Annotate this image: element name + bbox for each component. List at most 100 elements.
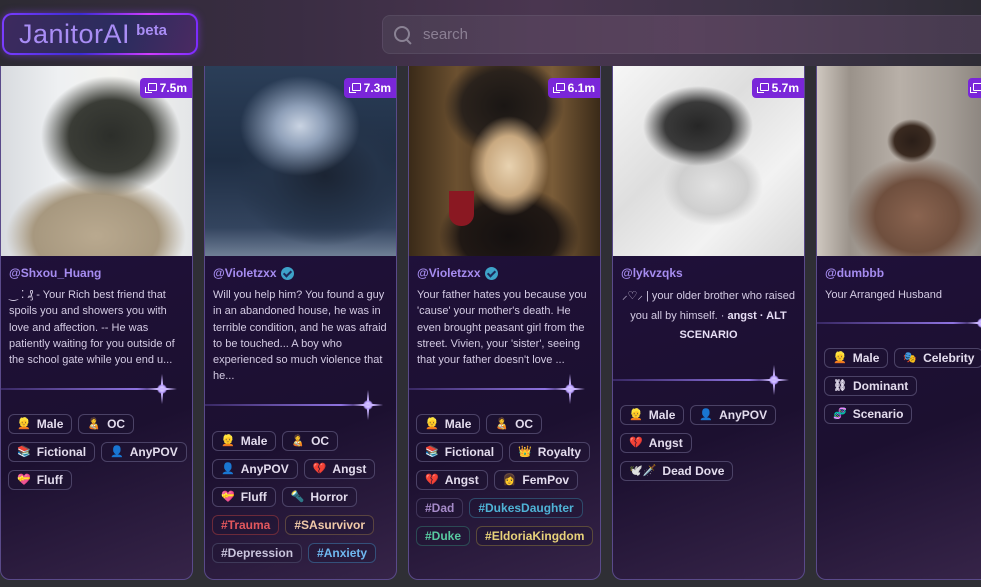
hashtag[interactable]: #Dad	[416, 498, 464, 518]
character-card[interactable]: 7.3m @Violetzxx Will you help him? You f…	[204, 66, 397, 580]
hashtag[interactable]: #Anxiety	[308, 543, 377, 563]
author-link[interactable]: @Shxou_Huang	[9, 266, 184, 280]
character-card[interactable]: 7.5m @Shxou_Huang ‿ ⁚ ₰ - Your Rich best…	[0, 66, 193, 580]
tag-list: 👱 Male 👤 AnyPOV 💔 Angst 🕊️🗡️ Dead Dove	[620, 405, 802, 481]
tag-label: Fictional	[444, 445, 495, 459]
angst-icon: 💔	[312, 462, 327, 475]
divider	[1, 388, 161, 390]
character-description: Your father hates you because you 'cause…	[417, 289, 587, 367]
hashtag[interactable]: #SAsurvivor	[285, 515, 375, 535]
chat-count-badge	[968, 78, 981, 98]
tag-label: Horror	[310, 490, 348, 504]
oc-icon: 🧑‍🍼	[87, 417, 102, 430]
search-icon	[393, 25, 413, 45]
tag-male[interactable]: 👱 Male	[824, 348, 889, 368]
tag-anypov[interactable]: 👤 AnyPOV	[690, 405, 777, 425]
royalty-icon: 👑	[518, 445, 532, 458]
search-input[interactable]	[423, 26, 923, 43]
tag-label: Dead Dove	[662, 464, 725, 478]
tag-label: AnyPOV	[240, 462, 289, 476]
author-link[interactable]: @lykvzqks	[621, 266, 796, 280]
tag-oc[interactable]: 🧑‍🍼 OC	[282, 431, 339, 451]
tag-fluff[interactable]: 💝 Fluff	[8, 470, 72, 490]
male-icon: 👱	[425, 417, 439, 430]
divider	[409, 388, 569, 390]
sparkle-icon	[555, 374, 585, 404]
hashtag[interactable]: #DukesDaughter	[469, 498, 583, 518]
tag-label: OC	[311, 434, 330, 448]
character-card[interactable]: 6.1m @Violetzxx Your father hates you be…	[408, 66, 601, 580]
tag-scenario[interactable]: 🧬 Scenario	[824, 404, 913, 424]
tag-celebrity[interactable]: 🎭 Celebrity	[894, 348, 981, 368]
tag-fictional[interactable]: 📚 Fictional	[8, 442, 96, 462]
fictional-icon: 📚	[425, 445, 439, 458]
tag-male[interactable]: 👱 Male	[212, 431, 277, 451]
tag-male[interactable]: 👱 Male	[8, 414, 73, 434]
character-image[interactable]: 7.5m	[1, 66, 192, 256]
tag-label: OC	[107, 417, 126, 431]
tag-label: Scenario	[852, 407, 904, 421]
tag-fictional[interactable]: 📚 Fictional	[416, 442, 504, 462]
search-bar[interactable]	[382, 15, 981, 54]
tag-list: 👱 Male 🧑‍🍼 OC 📚 Fictional 👤 AnyPOV 💝 Fluff	[8, 414, 190, 490]
tag-royalty[interactable]: 👑 Royalty	[509, 442, 591, 462]
tag-male[interactable]: 👱 Male	[416, 414, 481, 434]
tag-label: Male	[648, 408, 676, 422]
character-description: ⸝♡⸝ | your older brother who raised you …	[622, 290, 795, 341]
hashtag[interactable]: #Trauma	[212, 515, 280, 535]
chat-count-badge: 5.7m	[751, 78, 804, 98]
character-image[interactable]: 5.7m	[613, 66, 804, 256]
chat-count-badge: 7.5m	[139, 78, 192, 98]
janitorai-logo[interactable]: JanitorAI beta	[2, 13, 198, 55]
tag-label: Angst	[444, 473, 479, 487]
anypov-icon: 👤	[699, 408, 714, 421]
tag-angst[interactable]: 💔 Angst	[620, 433, 692, 453]
tag-dead-dove[interactable]: 🕊️🗡️ Dead Dove	[620, 461, 734, 481]
tag-oc[interactable]: 🧑‍🍼 OC	[78, 414, 135, 434]
tag-anypov[interactable]: 👤 AnyPOV	[101, 442, 187, 462]
tag-fempov[interactable]: 👩 FemPov	[493, 470, 579, 490]
character-image[interactable]	[817, 66, 981, 256]
author-link[interactable]: @dumbbb	[825, 266, 974, 280]
tag-angst[interactable]: 💔 Angst	[416, 470, 488, 490]
celebrity-icon: 🎭	[903, 351, 918, 364]
divider	[817, 322, 977, 324]
anypov-icon: 👤	[110, 445, 124, 458]
sparkle-icon	[759, 365, 789, 395]
chat-icon	[970, 83, 981, 93]
chat-icon	[348, 83, 361, 93]
character-image[interactable]: 7.3m	[205, 66, 396, 256]
tag-label: Male	[444, 417, 472, 431]
tag-label: Male	[240, 434, 268, 448]
character-image[interactable]: 6.1m	[409, 66, 600, 256]
character-card[interactable]: 5.7m @lykvzqks ⸝♡⸝ | your older brother …	[612, 66, 805, 580]
tag-oc[interactable]: 🧑‍🍼 OC	[486, 414, 543, 434]
divider	[613, 379, 773, 381]
beta-badge: beta	[136, 22, 167, 39]
tag-anypov[interactable]: 👤 AnyPOV	[212, 459, 298, 479]
chat-count-badge: 7.3m	[343, 78, 396, 98]
tag-horror[interactable]: 🔦 Horror	[281, 487, 357, 507]
hashtag[interactable]: #EldoriaKingdom	[476, 526, 594, 546]
tag-dominant[interactable]: ⛓ Dominant	[824, 376, 918, 396]
tag-label: Fluff	[240, 490, 267, 504]
fluff-icon: 💝	[17, 473, 31, 486]
tag-label: Fluff	[36, 473, 63, 487]
fempov-icon: 👩	[502, 473, 517, 486]
tag-fluff[interactable]: 💝 Fluff	[212, 487, 276, 507]
author-link[interactable]: @Violetzxx	[417, 266, 592, 280]
character-card[interactable]: @dumbbb Your Arranged Husband 👱 Male 🎭 Cele…	[816, 66, 981, 580]
hashtag[interactable]: #Depression	[212, 543, 303, 563]
fluff-icon: 💝	[221, 490, 235, 503]
author-link[interactable]: @Violetzxx	[213, 266, 388, 280]
tag-angst[interactable]: 💔 Angst	[303, 459, 376, 479]
oc-icon: 🧑‍🍼	[291, 434, 306, 447]
hashtag[interactable]: #Duke	[416, 526, 471, 546]
tag-label: AnyPOV	[129, 445, 178, 459]
tag-list: 👱 Male 🧑‍🍼 OC 👤 AnyPOV 💔 Angst 💝 Fluff 🔦 Horror #Tra…	[212, 431, 394, 563]
tag-label: OC	[515, 417, 534, 431]
tag-label: Male	[36, 417, 64, 431]
tag-label: FemPov	[522, 473, 570, 487]
horror-icon: 🔦	[290, 490, 305, 503]
tag-male[interactable]: 👱 Male	[620, 405, 685, 425]
